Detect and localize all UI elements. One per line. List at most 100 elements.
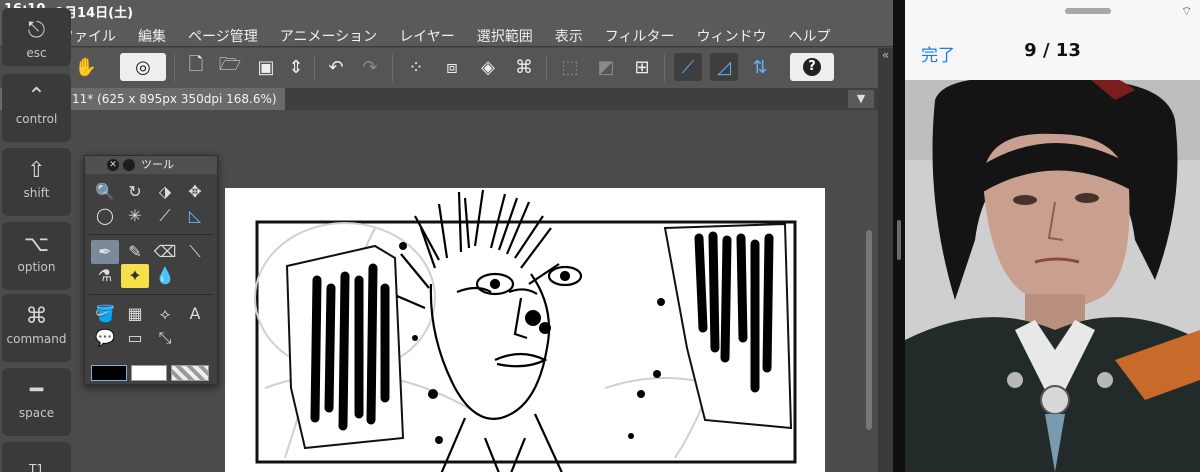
t1-key[interactable]: T1 bbox=[2, 442, 71, 472]
transform-icon[interactable]: ⧈ bbox=[438, 53, 466, 81]
space-key[interactable]: ━ space bbox=[2, 368, 71, 436]
reference-photo[interactable] bbox=[905, 80, 1200, 472]
lasso-icon[interactable]: ◯ bbox=[91, 204, 119, 228]
main-color-swatch[interactable] bbox=[91, 365, 127, 381]
pencil-icon[interactable]: ✎ bbox=[121, 240, 149, 264]
menu-view[interactable]: 表示 bbox=[555, 26, 583, 46]
zoom-icon[interactable]: 🔍 bbox=[91, 180, 119, 204]
modifier-key-strip: ⎋ esc ⌃ control ⇧ shift ⌥ option ⌘ command ━ s… bbox=[0, 0, 74, 472]
tool-group-draw: ✒ ✎ ⌫ ⟍ ⚗ ✦ 💧 bbox=[91, 240, 211, 288]
balloon-icon[interactable]: 💬 bbox=[91, 326, 119, 350]
split-view-divider[interactable] bbox=[893, 0, 905, 472]
clip-studio-logo-button[interactable]: ◎ bbox=[120, 53, 166, 81]
shift-icon: ⇧ bbox=[27, 158, 46, 183]
empty-slot bbox=[181, 264, 209, 288]
menu-items: ファイル 編集 ページ管理 アニメーション レイヤー 選択範囲 表示 フィルター… bbox=[60, 26, 853, 46]
shift-key[interactable]: ⇧ shift bbox=[2, 148, 71, 216]
menu-page[interactable]: ページ管理 bbox=[188, 26, 258, 46]
frame-border-icon[interactable]: ▭ bbox=[121, 326, 149, 350]
empty-slot bbox=[181, 326, 209, 350]
close-icon[interactable]: ✕ bbox=[107, 159, 119, 171]
manga-page-artwork bbox=[254, 189, 797, 472]
menu-animation[interactable]: アニメーション bbox=[280, 26, 377, 46]
gradient-icon[interactable]: ▦ bbox=[121, 302, 149, 326]
airbrush-icon[interactable]: ⚗ bbox=[91, 264, 119, 288]
tab-list-dropdown-icon[interactable]: ▼ bbox=[848, 90, 874, 108]
toolbar-divider bbox=[546, 54, 547, 82]
pen-icon[interactable]: ✒ bbox=[91, 240, 119, 264]
tool-palette-title: ツール bbox=[141, 158, 174, 171]
save-icon[interactable]: ▣ bbox=[252, 53, 280, 81]
page-counter: 9 / 13 bbox=[1024, 40, 1081, 61]
object-icon[interactable]: ⬗ bbox=[151, 180, 179, 204]
tool-palette-titlebar[interactable]: ✕ ツール bbox=[85, 156, 217, 174]
esc-key[interactable]: ⎋ esc bbox=[2, 8, 71, 66]
snap-grid-icon[interactable]: ⇅ bbox=[746, 53, 774, 81]
snap-ruler-icon[interactable]: ⟋ bbox=[674, 53, 702, 81]
option-icon: ⌥ bbox=[23, 232, 50, 257]
toolbar-divider bbox=[174, 54, 175, 82]
rotate-icon[interactable]: ↻ bbox=[121, 180, 149, 204]
snap-special-ruler-icon[interactable]: ◿ bbox=[710, 53, 738, 81]
deselect-icon[interactable]: ⬚ bbox=[556, 53, 584, 81]
menu-help[interactable]: ヘルプ bbox=[789, 26, 831, 46]
canvas-scrollbar[interactable] bbox=[862, 110, 876, 472]
show-selection-icon[interactable]: ⊞ bbox=[628, 53, 656, 81]
control-key-label: control bbox=[15, 112, 58, 126]
blend-icon[interactable]: 💧 bbox=[151, 264, 179, 288]
menu-filter[interactable]: フィルター bbox=[605, 26, 675, 46]
menu-layer[interactable]: レイヤー bbox=[399, 26, 455, 46]
command-icon: ⌘ bbox=[25, 304, 48, 329]
fill-bucket-icon[interactable]: ◈ bbox=[474, 53, 502, 81]
correct-line-icon[interactable]: ⤡ bbox=[151, 326, 179, 350]
help-button[interactable]: ? bbox=[790, 53, 834, 81]
redo-icon[interactable]: ↷ bbox=[356, 53, 384, 81]
menu-selection[interactable]: 選択範囲 bbox=[477, 26, 533, 46]
clip-studio-window: 16:10 9月14日(土) ファイル 編集 ページ管理 アニメーション レイヤ… bbox=[0, 0, 893, 472]
text-icon[interactable]: A bbox=[181, 302, 209, 326]
option-key-label: option bbox=[17, 260, 56, 274]
new-file-icon[interactable]: 🗋 bbox=[182, 53, 210, 81]
space-key-label: space bbox=[18, 406, 55, 420]
canvas-paper[interactable] bbox=[225, 188, 825, 472]
panel-collapse-icon[interactable]: « bbox=[878, 48, 893, 472]
scale-icon[interactable]: ⌘ bbox=[510, 53, 538, 81]
command-key[interactable]: ⌘ command bbox=[2, 294, 71, 362]
esc-key-label: esc bbox=[26, 46, 47, 60]
divider-grip[interactable] bbox=[897, 220, 901, 260]
transparent-color-swatch[interactable] bbox=[171, 365, 209, 381]
brush-icon[interactable]: ⟍ bbox=[181, 240, 209, 264]
menu-window[interactable]: ウィンドウ bbox=[697, 26, 767, 46]
menu-bar: 16:10 9月14日(土) ファイル 編集 ページ管理 アニメーション レイヤ… bbox=[0, 0, 893, 47]
option-key[interactable]: ⌥ option bbox=[2, 222, 71, 290]
document-tab-bar: 11* (625 x 895px 350dpi 168.6%) ▼ bbox=[0, 88, 878, 110]
magic-wand-icon[interactable]: ✳ bbox=[121, 204, 149, 228]
stepper-icon[interactable]: ⇕ bbox=[282, 53, 310, 81]
eraser-icon[interactable]: ⌫ bbox=[151, 240, 179, 264]
tool-palette: ✕ ツール 🔍 ↻ ⬗ ✥ ◯ ✳ ⟋ ◺ ✒ ✎ ⌫ ⟍ ⚗ ✦ 💧 🪣 ▦ … bbox=[84, 155, 218, 385]
hand-icon[interactable]: ✋ bbox=[72, 53, 100, 81]
help-icon: ? bbox=[803, 58, 821, 76]
move-layer-icon[interactable]: ✥ bbox=[181, 180, 209, 204]
viewer-header: ⌔ 完了 9 / 13 bbox=[905, 0, 1200, 80]
eyedropper-icon[interactable]: ⟋ bbox=[151, 204, 179, 228]
tool-group-select: 🔍 ↻ ⬗ ✥ ◯ ✳ ⟋ ◺ bbox=[91, 180, 211, 228]
shift-key-label: shift bbox=[23, 186, 50, 200]
t1-key-label: T1 bbox=[29, 462, 44, 472]
minimize-icon[interactable] bbox=[123, 159, 135, 171]
clear-icon[interactable]: ⁘ bbox=[402, 53, 430, 81]
decoration-icon[interactable]: ✦ bbox=[121, 264, 149, 288]
undo-icon[interactable]: ↶ bbox=[322, 53, 350, 81]
photo-viewer: ⌔ 完了 9 / 13 bbox=[905, 0, 1200, 472]
menu-edit[interactable]: 編集 bbox=[138, 26, 166, 46]
invert-selection-icon[interactable]: ◩ bbox=[592, 53, 620, 81]
sheet-grabber[interactable] bbox=[1065, 8, 1111, 14]
ruler-icon[interactable]: ◺ bbox=[181, 204, 209, 228]
sub-color-swatch[interactable] bbox=[131, 365, 167, 381]
command-bar: ✋ ◎ 🗋 🗁 ▣ ⇕ ↶ ↷ ⁘ ⧈ ◈ ⌘ ⬚ ◩ ⊞ ⟋ ◿ ⇅ ? bbox=[70, 48, 893, 88]
scrollbar-thumb[interactable] bbox=[866, 230, 872, 430]
figure-icon[interactable]: ⟡ bbox=[151, 302, 179, 326]
control-key[interactable]: ⌃ control bbox=[2, 74, 71, 142]
fill-icon[interactable]: 🪣 bbox=[91, 302, 119, 326]
open-folder-icon[interactable]: 🗁 bbox=[216, 53, 244, 81]
